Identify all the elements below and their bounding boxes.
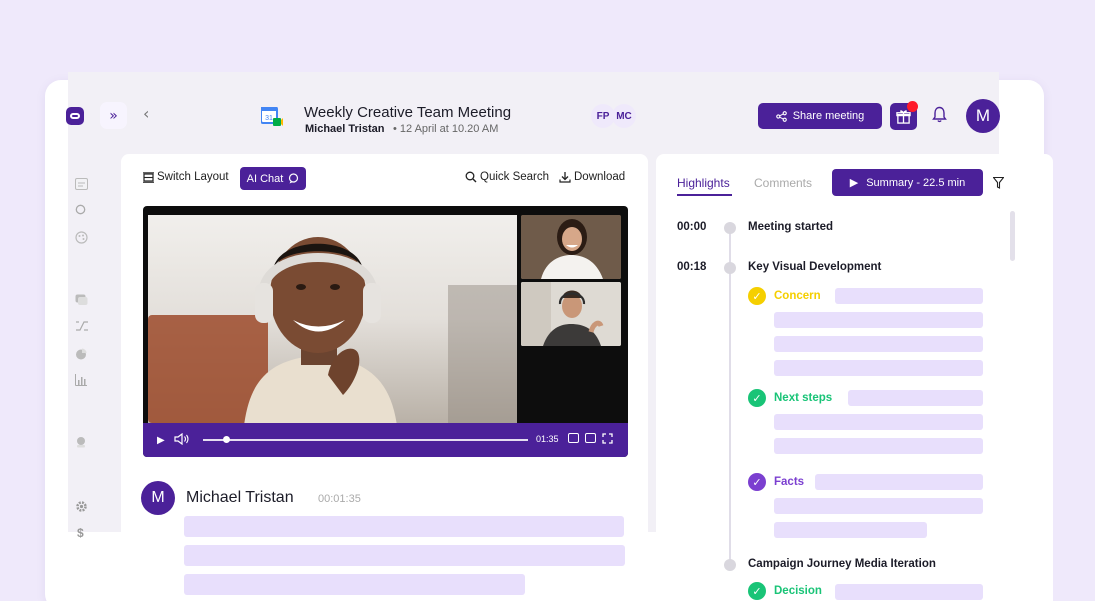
- check-icon: ✓: [748, 473, 766, 491]
- app-logo[interactable]: [66, 107, 84, 125]
- timeline-time[interactable]: 00:00: [677, 221, 706, 233]
- timeline-dot: [724, 222, 736, 234]
- speaker-timestamp[interactable]: 00:01:35: [318, 493, 361, 505]
- dollar-icon[interactable]: $: [77, 526, 84, 540]
- meeting-date: • 12 April at 10.20 AM: [393, 123, 499, 135]
- participant-video-woman: [521, 215, 621, 279]
- download-button[interactable]: Download: [559, 171, 625, 183]
- ai-chat-button[interactable]: AI Chat: [240, 167, 306, 190]
- timeline-dot: [724, 559, 736, 571]
- timeline-time[interactable]: 00:18: [677, 261, 706, 273]
- fullscreen-icon[interactable]: [602, 433, 613, 444]
- participant-video-thumbnail[interactable]: [521, 215, 621, 279]
- highlight-placeholder: [774, 438, 983, 454]
- filter-icon[interactable]: [993, 177, 1004, 189]
- check-icon: ✓: [748, 582, 766, 600]
- notes-icon[interactable]: [75, 178, 88, 190]
- ai-chat-label: AI Chat: [246, 172, 284, 185]
- summary-button[interactable]: ▶ Summary - 22.5 min: [832, 169, 983, 196]
- participant-video-thumbnail[interactable]: [521, 282, 621, 346]
- quick-search-label: Quick Search: [480, 171, 550, 183]
- speaker-name: Michael Tristan: [186, 489, 294, 506]
- settings-icon[interactable]: [75, 500, 88, 513]
- timeline-dot: [724, 262, 736, 274]
- category-next-steps[interactable]: Next steps: [774, 392, 832, 404]
- scrollbar[interactable]: [1010, 211, 1015, 261]
- progress-track[interactable]: [203, 439, 528, 441]
- bell-icon[interactable]: [932, 106, 947, 123]
- transcript-line-placeholder: [184, 545, 625, 566]
- user-avatar[interactable]: M: [966, 99, 1000, 133]
- tab-highlights[interactable]: Highlights: [677, 176, 730, 190]
- layout-icon: [143, 171, 154, 183]
- main-video-feed[interactable]: [148, 215, 517, 423]
- chart-pie-icon[interactable]: [75, 348, 87, 360]
- highlight-placeholder: [835, 584, 983, 600]
- category-decision[interactable]: Decision: [774, 585, 822, 597]
- download-icon: [559, 172, 571, 183]
- share-meeting-button[interactable]: Share meeting: [758, 103, 882, 129]
- share-meeting-label: Share meeting: [792, 110, 865, 122]
- highlight-placeholder: [774, 522, 927, 538]
- user-icon[interactable]: [75, 436, 87, 448]
- google-calendar-meet-icon: 31: [261, 107, 283, 126]
- notification-dot: [907, 101, 918, 112]
- speaker-avatar: M: [141, 481, 175, 515]
- highlight-placeholder: [774, 312, 983, 328]
- tab-comments[interactable]: Comments: [754, 176, 812, 190]
- video-controls: ▶ 01:35: [143, 423, 628, 457]
- check-icon: ✓: [748, 287, 766, 305]
- switch-layout-label: Switch Layout: [157, 171, 229, 183]
- volume-icon[interactable]: [174, 433, 190, 445]
- share-icon: [775, 110, 787, 122]
- quick-search-button[interactable]: Quick Search: [465, 171, 549, 183]
- meeting-owner: Michael Tristan: [305, 123, 385, 135]
- highlight-placeholder: [848, 390, 983, 406]
- check-icon: ✓: [748, 389, 766, 407]
- meeting-title: Weekly Creative Team Meeting: [304, 104, 512, 121]
- calendar-day-text: 31: [265, 115, 273, 122]
- highlight-placeholder: [774, 498, 983, 514]
- timeline-title[interactable]: Campaign Journey Media Iteration: [748, 558, 936, 570]
- search-icon[interactable]: [75, 204, 87, 216]
- shuffle-icon[interactable]: [75, 320, 89, 332]
- play-icon: ▶: [849, 176, 859, 189]
- highlight-placeholder: [774, 360, 983, 376]
- download-label: Download: [574, 171, 626, 183]
- category-concern[interactable]: Concern: [774, 290, 821, 302]
- expand-sidebar-button[interactable]: »: [100, 102, 127, 129]
- timeline-line: [729, 230, 731, 570]
- palette-icon[interactable]: [75, 231, 88, 244]
- play-icon[interactable]: ▶: [157, 435, 165, 446]
- participant-video-man: [521, 282, 621, 346]
- participant-avatar[interactable]: MC: [612, 104, 636, 128]
- playback-time: 01:35: [536, 434, 559, 444]
- video-player[interactable]: ▶ 01:35: [143, 206, 628, 457]
- highlight-placeholder: [774, 414, 983, 430]
- transcript-line-placeholder: [184, 574, 525, 595]
- top-bar: » ‹ 31 Weekly Creative Team Meeting Mich…: [45, 80, 1044, 152]
- highlight-placeholder: [774, 336, 983, 352]
- back-chevron-icon[interactable]: ‹: [143, 104, 149, 123]
- highlight-placeholder: [835, 288, 983, 304]
- transcript-line-placeholder: [184, 516, 624, 537]
- search-icon: [465, 171, 477, 183]
- summary-label: Summary - 22.5 min: [866, 176, 966, 189]
- picture-in-picture-icon[interactable]: [585, 433, 596, 443]
- progress-knob[interactable]: [222, 436, 230, 443]
- category-facts[interactable]: Facts: [774, 476, 804, 488]
- chat-icon[interactable]: [75, 294, 88, 306]
- highlight-placeholder: [815, 474, 983, 490]
- chat-bubble-icon: [289, 173, 299, 184]
- active-tab-indicator: [677, 194, 732, 196]
- captions-icon[interactable]: [568, 433, 579, 443]
- sidebar: $: [45, 152, 113, 601]
- player-extra-controls: [568, 433, 613, 444]
- bar-chart-icon[interactable]: [75, 374, 87, 386]
- switch-layout-button[interactable]: Switch Layout: [143, 171, 229, 183]
- timeline-title[interactable]: Meeting started: [748, 221, 833, 233]
- timeline-title[interactable]: Key Visual Development: [748, 261, 881, 273]
- participant-video-main: [244, 237, 397, 423]
